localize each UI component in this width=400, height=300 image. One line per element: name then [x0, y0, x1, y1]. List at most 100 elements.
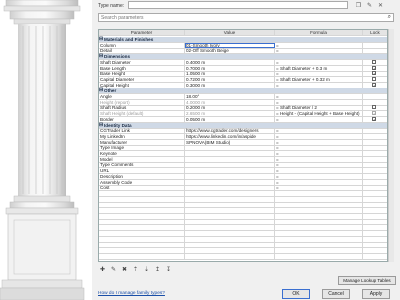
- type-name-field[interactable]: [128, 1, 348, 9]
- lock-checkbox[interactable]: ✓: [372, 111, 376, 116]
- formula-cell[interactable]: =: [275, 145, 363, 151]
- value-cell[interactable]: SPNOVA(BIM Studio): [185, 139, 275, 145]
- formula-cell[interactable]: =: [275, 128, 363, 134]
- move-down-icon[interactable]: ⇣: [142, 265, 151, 274]
- table-scrollbar[interactable]: [388, 29, 394, 262]
- formula-cell[interactable]: =: [275, 82, 363, 88]
- param-cell: Description: [99, 173, 185, 179]
- value-cell[interactable]: [185, 173, 275, 179]
- value-cell[interactable]: 01-Smooth Ivory: [185, 42, 275, 48]
- table-header: Parameter Value Formula Lock: [99, 30, 387, 36]
- move-up-icon[interactable]: ⇡: [131, 265, 140, 274]
- value-cell[interactable]: 4.0000 m: [185, 99, 275, 105]
- formula-cell[interactable]: =: [275, 116, 363, 122]
- search-parameters-input[interactable]: Search parameters ⌕: [98, 13, 394, 22]
- lock-checkbox[interactable]: ✓: [372, 71, 376, 76]
- value-cell[interactable]: https://www.cgtrader.com/designers: [185, 128, 275, 134]
- empty-cell: [185, 219, 275, 225]
- value-cell[interactable]: [185, 185, 275, 191]
- collapse-icon[interactable]: ⊟: [99, 37, 103, 42]
- empty-cell: [185, 225, 275, 231]
- collapse-icon[interactable]: ⊟: [99, 54, 103, 59]
- value-cell[interactable]: [185, 151, 275, 156]
- edit-parameter-icon[interactable]: ✎: [109, 265, 118, 274]
- sort-ascending-icon[interactable]: ↥: [153, 265, 162, 274]
- formula-cell[interactable]: =: [275, 71, 363, 77]
- lock-checkbox[interactable]: [372, 105, 376, 110]
- formula-cell[interactable]: =: [275, 156, 363, 162]
- param-cell: Shaft Height (default): [99, 111, 185, 117]
- empty-cell: [275, 219, 363, 225]
- empty-cell: [185, 253, 275, 259]
- formula-cell[interactable]: = Shaft Diameter / 2: [275, 105, 363, 111]
- column-header-value[interactable]: Value: [185, 30, 275, 35]
- lock-checkbox[interactable]: ✓: [372, 82, 376, 87]
- lock-checkbox[interactable]: ✓: [372, 65, 376, 70]
- column-header-lock[interactable]: Lock: [363, 30, 387, 35]
- param-cell: Shaft Radius: [99, 105, 185, 111]
- lock-checkbox[interactable]: ✓: [372, 116, 376, 121]
- formula-cell[interactable]: =: [275, 139, 363, 145]
- lock-cell: [363, 157, 387, 162]
- manage-lookup-tables-button[interactable]: Manage Lookup Tables: [338, 276, 396, 285]
- value-cell[interactable]: 1.0500 m: [185, 71, 275, 77]
- new-parameter-icon[interactable]: ✚: [98, 265, 107, 274]
- cancel-button[interactable]: Cancel: [322, 289, 350, 299]
- value-cell[interactable]: 0.0500 m: [185, 116, 275, 122]
- delete-parameter-icon[interactable]: ✖: [120, 265, 129, 274]
- help-link[interactable]: How do I manage family types?: [98, 291, 165, 296]
- formula-cell[interactable]: =: [275, 59, 363, 65]
- value-cell[interactable]: 0.4000 m: [185, 59, 275, 65]
- value-cell[interactable]: 0.3000 m: [185, 82, 275, 88]
- formula-cell[interactable]: =: [275, 185, 363, 191]
- value-cell[interactable]: 02-Off Smooth Beige: [185, 48, 275, 54]
- search-icon[interactable]: ⌕: [388, 14, 391, 21]
- formula-cell[interactable]: =: [275, 151, 363, 156]
- formula-cell[interactable]: =: [275, 48, 363, 54]
- collapse-icon[interactable]: ⊟: [99, 122, 103, 128]
- apply-button[interactable]: Apply: [362, 289, 390, 299]
- ok-button[interactable]: OK: [282, 289, 310, 299]
- lock-checkbox[interactable]: [372, 59, 376, 64]
- empty-cell: [185, 213, 275, 219]
- value-cell[interactable]: 0.7200 m: [185, 76, 275, 82]
- value-cell[interactable]: 18.00°: [185, 94, 275, 99]
- param-cell: Border: [99, 116, 185, 122]
- lock-cell: [363, 180, 387, 185]
- value-cell[interactable]: [185, 168, 275, 174]
- delete-type-icon[interactable]: ✕: [376, 1, 385, 9]
- formula-cell[interactable]: = Height - (Capital Height + Base Height…: [275, 111, 363, 117]
- formula-cell[interactable]: =: [275, 99, 363, 105]
- lock-checkbox[interactable]: [372, 76, 376, 81]
- value-cell[interactable]: [185, 162, 275, 168]
- new-type-icon[interactable]: ❐: [354, 1, 363, 9]
- lock-cell: [363, 134, 387, 139]
- formula-cell[interactable]: =: [275, 179, 363, 185]
- formula-cell[interactable]: = Shaft Diameter + 0.32 m: [275, 76, 363, 82]
- formula-cell[interactable]: =: [275, 162, 363, 168]
- formula-cell[interactable]: =: [275, 42, 363, 48]
- parameters-table: Parameter Value Formula Lock ⊟ Materials …: [98, 29, 388, 262]
- value-cell[interactable]: [185, 179, 275, 185]
- param-cell: Shaft Diameter: [99, 59, 185, 65]
- value-cell[interactable]: 0.2000 m: [185, 105, 275, 111]
- sort-descending-icon[interactable]: ↧: [164, 265, 173, 274]
- column-header-parameter[interactable]: Parameter: [99, 30, 185, 35]
- value-cell[interactable]: https://www.linkedin.com/in/aspide: [185, 133, 275, 139]
- empty-cell: [275, 230, 363, 236]
- value-cell[interactable]: 2.6500 m: [185, 111, 275, 117]
- value-cell[interactable]: 0.7000 m: [185, 65, 275, 71]
- formula-cell[interactable]: = Shaft Diameter + 0.3 m: [275, 65, 363, 71]
- empty-cell: [99, 196, 185, 202]
- collapse-icon[interactable]: ⊟: [99, 88, 103, 93]
- formula-cell[interactable]: =: [275, 168, 363, 174]
- column-header-formula[interactable]: Formula: [275, 30, 363, 35]
- value-cell[interactable]: [185, 145, 275, 151]
- formula-cell[interactable]: =: [275, 173, 363, 179]
- value-cell[interactable]: [185, 156, 275, 162]
- rename-type-icon[interactable]: ✎: [365, 1, 374, 9]
- lock-cell: [363, 128, 387, 133]
- formula-cell[interactable]: =: [275, 94, 363, 99]
- lock-cell: [363, 94, 387, 99]
- formula-cell[interactable]: =: [275, 133, 363, 139]
